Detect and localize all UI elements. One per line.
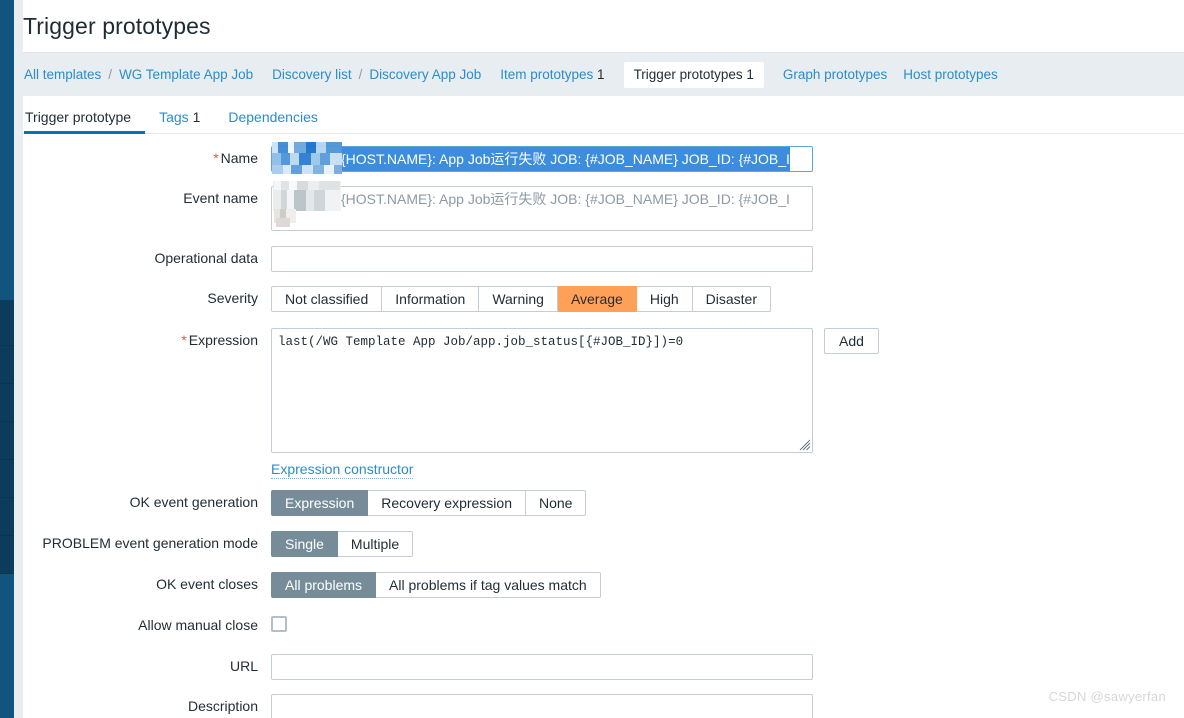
nav-graph-prototypes[interactable]: Graph prototypes: [783, 67, 887, 82]
nav-trigger-prototypes[interactable]: Trigger prototypes 1: [623, 61, 764, 88]
breadcrumb-separator: /: [108, 67, 113, 82]
ok-event-closes-option-all-problems[interactable]: All problems: [271, 572, 377, 598]
ok-event-generation-control: Expression Recovery expression None: [271, 490, 587, 516]
nav-host-prototypes[interactable]: Host prototypes: [903, 67, 998, 82]
row-expression-constructor: Expression constructor: [23, 453, 1184, 479]
breadcrumb-template[interactable]: WG Template App Job: [119, 67, 253, 82]
problem-event-mode-option-multiple[interactable]: Multiple: [337, 531, 414, 557]
severity-option-high[interactable]: High: [636, 286, 693, 312]
expression-textarea[interactable]: last(/WG Template App Job/app.job_status…: [271, 328, 813, 453]
row-problem-event-generation-mode: PROBLEM event generation mode Single Mul…: [23, 531, 1184, 557]
nav-item-prototypes[interactable]: Item prototypes 1: [500, 67, 604, 82]
label-event-name: Event name: [183, 190, 258, 206]
required-marker-expression: *: [181, 332, 187, 348]
label-ok-event-closes: OK event closes: [156, 576, 258, 592]
page-title: Trigger prototypes: [23, 12, 211, 39]
breadcrumb-discovery[interactable]: Discovery App Job: [369, 67, 481, 82]
breadcrumb-separator-2: /: [358, 67, 363, 82]
sidebar-footer-area[interactable]: [0, 574, 14, 718]
description-textarea[interactable]: [271, 694, 813, 718]
sidebar-item-6[interactable]: [0, 498, 14, 536]
problem-event-generation-mode-control: Single Multiple: [271, 531, 414, 557]
label-expression: * Expression: [181, 332, 258, 348]
ok-event-closes-control: All problems All problems if tag values …: [271, 572, 601, 598]
event-name-input[interactable]: {HOST.NAME}: App Job运行失败 JOB: {#JOB_NAME…: [271, 181, 813, 231]
add-button[interactable]: Add: [824, 328, 879, 354]
severity-option-not-classified[interactable]: Not classified: [271, 286, 383, 312]
row-expression: * Expression last(/WG Template App Job/ap…: [23, 328, 1184, 453]
app-root: Trigger prototypes All templates / WG Te…: [0, 0, 1184, 718]
redacted-fragment-event-name-2: [276, 218, 290, 227]
label-description: Description: [187, 698, 258, 714]
label-url: URL: [229, 658, 258, 674]
label-ok-event-generation: OK event generation: [129, 494, 258, 510]
expression-constructor-link[interactable]: Expression constructor: [271, 461, 414, 479]
tab-bar: Trigger prototype Tags 1 Dependencies: [23, 96, 1184, 134]
label-problem-event-generation-mode: PROBLEM event generation mode: [42, 535, 258, 551]
label-name: * Name: [213, 150, 258, 166]
label-allow-manual-close: Allow manual close: [138, 617, 258, 633]
severity-option-information[interactable]: Information: [382, 286, 480, 312]
allow-manual-close-checkbox[interactable]: [271, 616, 287, 632]
page-header: Trigger prototypes: [23, 0, 1184, 52]
required-marker-name: *: [213, 150, 219, 166]
trigger-prototype-form: * Name {HOST.NAME}: App Job运行失败 JOB: {#JO…: [23, 134, 1184, 718]
sidebar-item-4[interactable]: [0, 422, 14, 460]
redacted-prefix-name: [272, 142, 342, 174]
sidebar-item-5[interactable]: [0, 460, 14, 498]
resize-grip-icon[interactable]: [799, 439, 811, 451]
url-input[interactable]: [271, 654, 813, 680]
redacted-prefix-event-name: [273, 181, 341, 211]
tab-trigger-prototype[interactable]: Trigger prototype: [24, 110, 146, 134]
name-input-value: {HOST.NAME}: App Job运行失败 JOB: {#JOB_NAME…: [341, 147, 790, 171]
ok-event-closes-option-tag-values-match[interactable]: All problems if tag values match: [376, 572, 601, 598]
breadcrumb-discovery-list[interactable]: Discovery list: [272, 67, 352, 82]
row-event-name: Event name {HOST.NAME}: App Job运行失败 JOB:…: [23, 181, 1184, 231]
name-input[interactable]: {HOST.NAME}: App Job运行失败 JOB: {#JOB_NAME…: [271, 142, 813, 174]
severity-segmented-control: Not classified Information Warning Avera…: [271, 286, 771, 312]
row-severity: Severity Not classified Information Warn…: [23, 286, 1184, 312]
breadcrumb-all-templates[interactable]: All templates: [24, 67, 101, 82]
severity-option-disaster[interactable]: Disaster: [692, 286, 771, 312]
severity-option-warning[interactable]: Warning: [479, 286, 558, 312]
severity-option-average[interactable]: Average: [557, 286, 637, 312]
row-ok-event-closes: OK event closes All problems All problem…: [23, 572, 1184, 598]
event-name-value: {HOST.NAME}: App Job运行失败 JOB: {#JOB_NAME…: [341, 191, 790, 207]
ok-event-generation-option-recovery-expression[interactable]: Recovery expression: [368, 490, 526, 516]
expression-value: last(/WG Template App Job/app.job_status…: [271, 328, 813, 453]
problem-event-mode-option-single[interactable]: Single: [271, 531, 338, 557]
sidebar-divider: [14, 0, 23, 718]
sidebar-logo-area[interactable]: [0, 0, 14, 300]
operational-data-input[interactable]: [271, 246, 813, 272]
label-operational-data: Operational data: [154, 250, 258, 266]
tab-tags[interactable]: Tags 1: [145, 110, 214, 133]
sidebar-collapsed[interactable]: [0, 0, 14, 718]
row-description: Description: [23, 694, 1184, 718]
sidebar-item-7[interactable]: [0, 536, 14, 574]
ok-event-generation-option-expression[interactable]: Expression: [271, 490, 369, 516]
sidebar-item-2[interactable]: [0, 346, 14, 384]
breadcrumb: All templates / WG Template App Job Disc…: [23, 52, 1184, 96]
row-url: URL: [23, 654, 1184, 680]
row-operational-data: Operational data: [23, 246, 1184, 272]
row-ok-event-generation: OK event generation Expression Recovery …: [23, 490, 1184, 516]
main-content: Trigger prototypes All templates / WG Te…: [23, 0, 1184, 718]
sidebar-item-1[interactable]: [0, 300, 14, 346]
row-allow-manual-close: Allow manual close: [23, 613, 1184, 637]
row-name: * Name {HOST.NAME}: App Job运行失败 JOB: {#JO…: [23, 142, 1184, 174]
sidebar-item-3[interactable]: [0, 384, 14, 422]
tab-dependencies[interactable]: Dependencies: [214, 110, 332, 133]
ok-event-generation-option-none[interactable]: None: [526, 490, 587, 516]
label-severity: Severity: [207, 290, 258, 306]
watermark: CSDN @sawyerfan: [1048, 689, 1166, 704]
